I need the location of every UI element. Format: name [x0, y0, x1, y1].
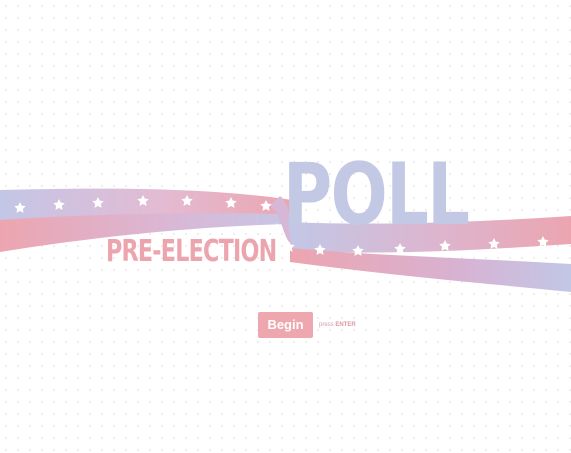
- pre-election-subtitle: PRE-ELECTION: [106, 234, 277, 269]
- enter-hint-press: press: [319, 322, 334, 328]
- star-icon: [271, 223, 283, 234]
- hero-banner: POLL PRE-ELECTION: [0, 0, 571, 453]
- start-actions: Begin press ENTER: [258, 312, 356, 338]
- begin-button[interactable]: Begin: [258, 312, 313, 338]
- enter-key-hint: press ENTER: [319, 322, 356, 328]
- enter-hint-key: ENTER: [335, 322, 356, 328]
- poll-title: POLL: [283, 145, 470, 245]
